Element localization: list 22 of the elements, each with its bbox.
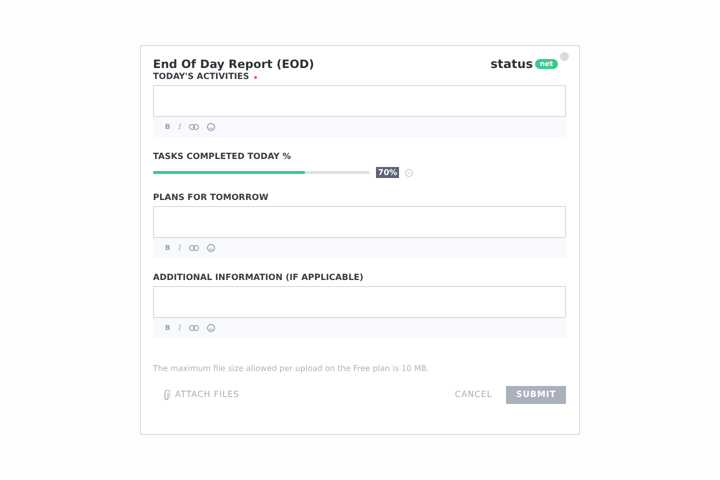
percent-value: 70% bbox=[376, 167, 400, 178]
cancel-button[interactable]: CANCEL bbox=[450, 386, 496, 404]
emoji-icon[interactable] bbox=[207, 324, 216, 332]
upload-note: The maximum file size allowed per upload on the Free plan is 10 MB. bbox=[153, 364, 430, 373]
text-editor-field[interactable] bbox=[153, 286, 566, 318]
text-editor-field[interactable] bbox=[153, 206, 566, 238]
logo-text: status bbox=[490, 57, 533, 71]
field-label: TASKS COMPLETED TODAY % bbox=[153, 152, 291, 162]
slider-track[interactable] bbox=[153, 171, 370, 174]
paperclip-icon bbox=[163, 390, 170, 400]
emoji-icon[interactable] bbox=[207, 244, 216, 252]
form-title: End Of Day Report (EOD) bbox=[153, 57, 314, 71]
field-label: TODAY'S ACTIVITIES bbox=[153, 72, 250, 82]
emoji-icon[interactable] bbox=[207, 123, 216, 131]
link-icon[interactable] bbox=[189, 124, 200, 130]
link-icon[interactable] bbox=[189, 245, 200, 251]
link-icon[interactable] bbox=[189, 325, 200, 331]
reset-icon[interactable] bbox=[405, 168, 414, 176]
text-editor-field[interactable] bbox=[153, 85, 566, 117]
attach-files-button[interactable]: ATTACH FILES bbox=[153, 388, 240, 402]
field-label: PLANS FOR TOMORROW bbox=[153, 193, 268, 203]
field-label: ADDITIONAL INFORMATION (IF APPLICABLE) bbox=[153, 273, 364, 283]
